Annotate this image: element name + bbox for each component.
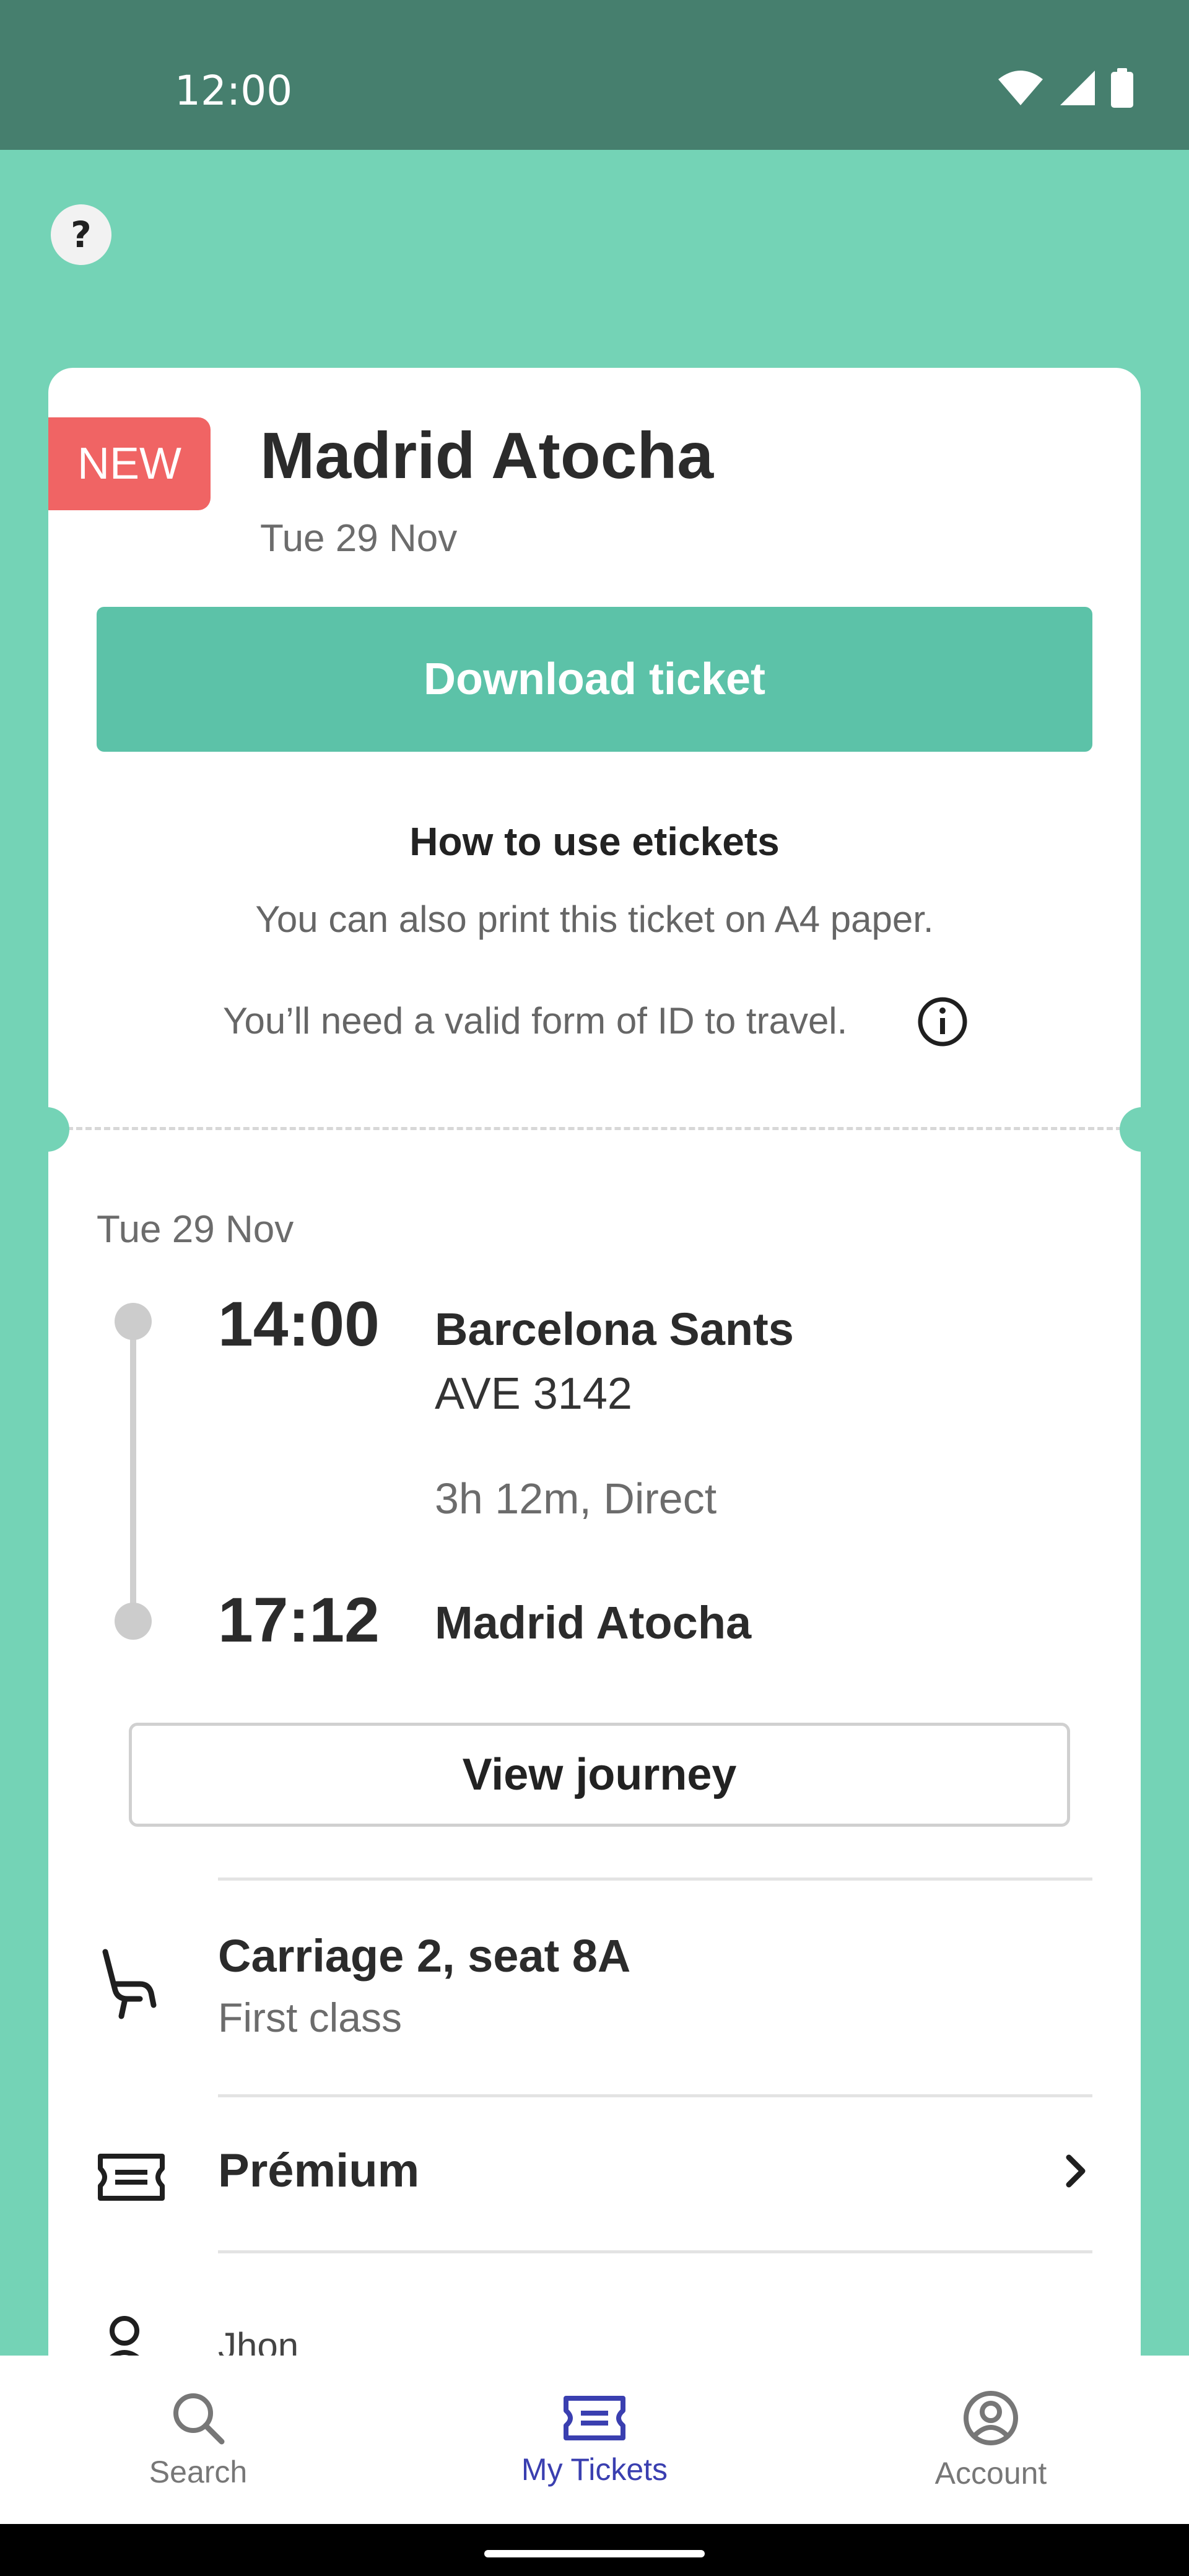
seat-icon — [102, 1949, 157, 2019]
info-icon[interactable] — [917, 996, 969, 1048]
fare-title: Prémium — [218, 2144, 420, 2197]
bottom-nav: Search My Tickets Account — [0, 2356, 1189, 2524]
ticket-icon — [564, 2396, 625, 2440]
help-button[interactable]: ? — [51, 204, 111, 265]
arrival-station: Madrid Atocha — [435, 1597, 752, 1648]
new-badge: NEW — [48, 417, 211, 510]
seat-title: Carriage 2, seat 8A — [218, 1930, 631, 1982]
divider — [218, 2094, 1092, 2097]
journey-duration: 3h 12m, Direct — [435, 1474, 717, 1523]
download-ticket-button[interactable]: Download ticket — [97, 607, 1092, 752]
home-indicator[interactable] — [484, 2550, 705, 2557]
departure-station: Barcelona Sants — [435, 1303, 794, 1355]
arrival-dot — [115, 1603, 152, 1640]
search-icon — [173, 2393, 225, 2445]
wifi-icon — [998, 71, 1043, 105]
timeline-line — [130, 1321, 136, 1615]
fare-ticket-icon — [98, 2154, 165, 2201]
howto-print-text: You can also print this ticket on A4 pap… — [255, 899, 934, 940]
notch-left — [25, 1107, 69, 1152]
perforation-divider — [48, 1127, 1141, 1130]
signal-icon — [1060, 71, 1095, 105]
chevron-right-icon — [1066, 2154, 1086, 2188]
arrival-time: 17:12 — [218, 1585, 380, 1655]
travel-date: Tue 29 Nov — [260, 517, 458, 560]
departure-dot — [115, 1303, 152, 1340]
status-time: 12:00 — [175, 67, 293, 115]
nav-my-tickets[interactable]: My Tickets — [396, 2356, 793, 2524]
train-number: AVE 3142 — [435, 1369, 632, 1419]
howto-id-text: You’ll need a valid form of ID to travel… — [223, 1000, 848, 1042]
seat-class: First class — [218, 1995, 402, 2040]
nav-account[interactable]: Account — [793, 2356, 1189, 2524]
notch-right — [1120, 1107, 1164, 1152]
ticket-card: NEW Madrid Atocha Tue 29 Nov Download ti… — [25, 368, 1164, 2473]
nav-account-label: Account — [934, 2456, 1047, 2491]
departure-time: 14:00 — [218, 1289, 380, 1359]
nav-my-tickets-label: My Tickets — [521, 2452, 668, 2487]
account-icon — [964, 2391, 1018, 2445]
divider — [218, 1878, 1092, 1881]
nav-search-label: Search — [149, 2455, 248, 2489]
destination-title: Madrid Atocha — [260, 419, 714, 492]
battery-icon — [1111, 68, 1133, 108]
view-journey-button[interactable]: View journey — [129, 1723, 1070, 1827]
nav-search[interactable]: Search — [0, 2356, 396, 2524]
status-bar: 12:00 — [0, 0, 1189, 150]
journey-date: Tue 29 Nov — [97, 1208, 294, 1251]
divider — [218, 2250, 1092, 2253]
status-icons — [997, 68, 1133, 108]
howto-title: How to use etickets — [409, 819, 780, 864]
passenger-icon — [105, 2316, 144, 2362]
